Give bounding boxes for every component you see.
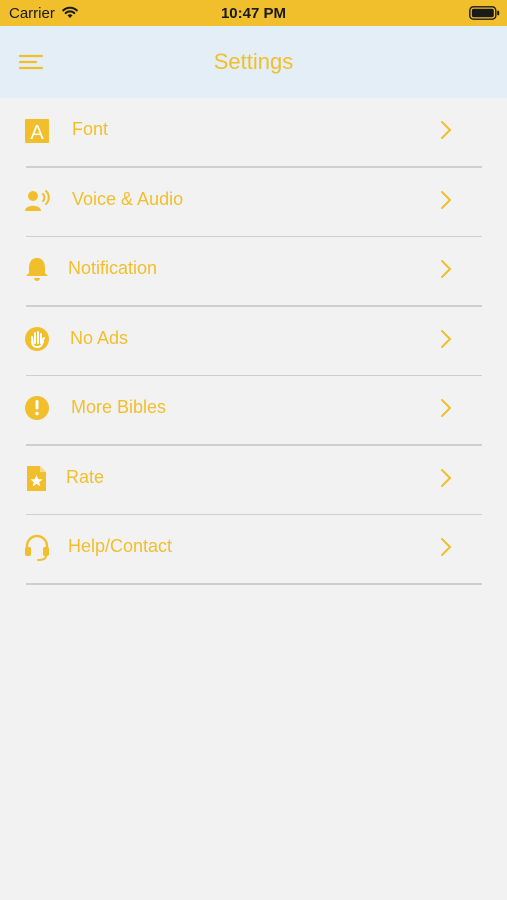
settings-item-label: Help/Contact <box>68 536 173 556</box>
settings-item-voice-audio[interactable]: Voice & Audio <box>0 168 507 237</box>
settings-item-help-contact[interactable]: Help/Contact <box>0 515 507 585</box>
settings-item-label: Notification <box>68 258 158 278</box>
svg-text:A: A <box>30 122 44 144</box>
settings-item-label: No Ads <box>70 327 129 348</box>
info-circle-icon <box>25 396 49 420</box>
chevron-right-icon <box>441 399 451 417</box>
settings-item-font[interactable]: A Font <box>0 98 507 168</box>
battery-icon <box>469 6 500 20</box>
divider <box>26 583 482 585</box>
clock-time: 10:47 PM <box>220 5 287 22</box>
star-document-icon <box>27 465 46 491</box>
settings-item-more-bibles[interactable]: More Bibles <box>0 376 507 446</box>
settings-item-label: Rate <box>66 466 105 487</box>
chevron-right-icon <box>441 190 451 209</box>
bell-icon <box>26 258 48 281</box>
settings-item-notification[interactable]: Notification <box>0 237 507 307</box>
settings-item-rate[interactable]: Rate <box>0 446 507 515</box>
settings-list: A Font Voice & Audio Notification No Ads… <box>0 98 507 585</box>
chevron-right-icon <box>441 468 451 487</box>
hand-stop-icon <box>25 326 49 351</box>
settings-item-label: More Bibles <box>71 397 167 417</box>
voice-speaker-icon <box>25 189 50 211</box>
chevron-right-icon <box>441 121 451 139</box>
headset-icon <box>25 534 49 561</box>
chevron-right-icon <box>441 538 451 556</box>
status-bar: Carrier 10:47 PM <box>0 0 507 26</box>
chevron-right-icon <box>441 329 451 348</box>
settings-item-label: Voice & Audio <box>72 188 184 209</box>
page-title: Settings <box>213 49 294 74</box>
font-letter-a-icon: A <box>25 119 49 144</box>
settings-item-no-ads[interactable]: No Ads <box>0 307 507 376</box>
chevron-right-icon <box>441 260 451 278</box>
settings-item-label: Font <box>72 119 109 139</box>
navigation-bar: Settings <box>0 26 507 98</box>
